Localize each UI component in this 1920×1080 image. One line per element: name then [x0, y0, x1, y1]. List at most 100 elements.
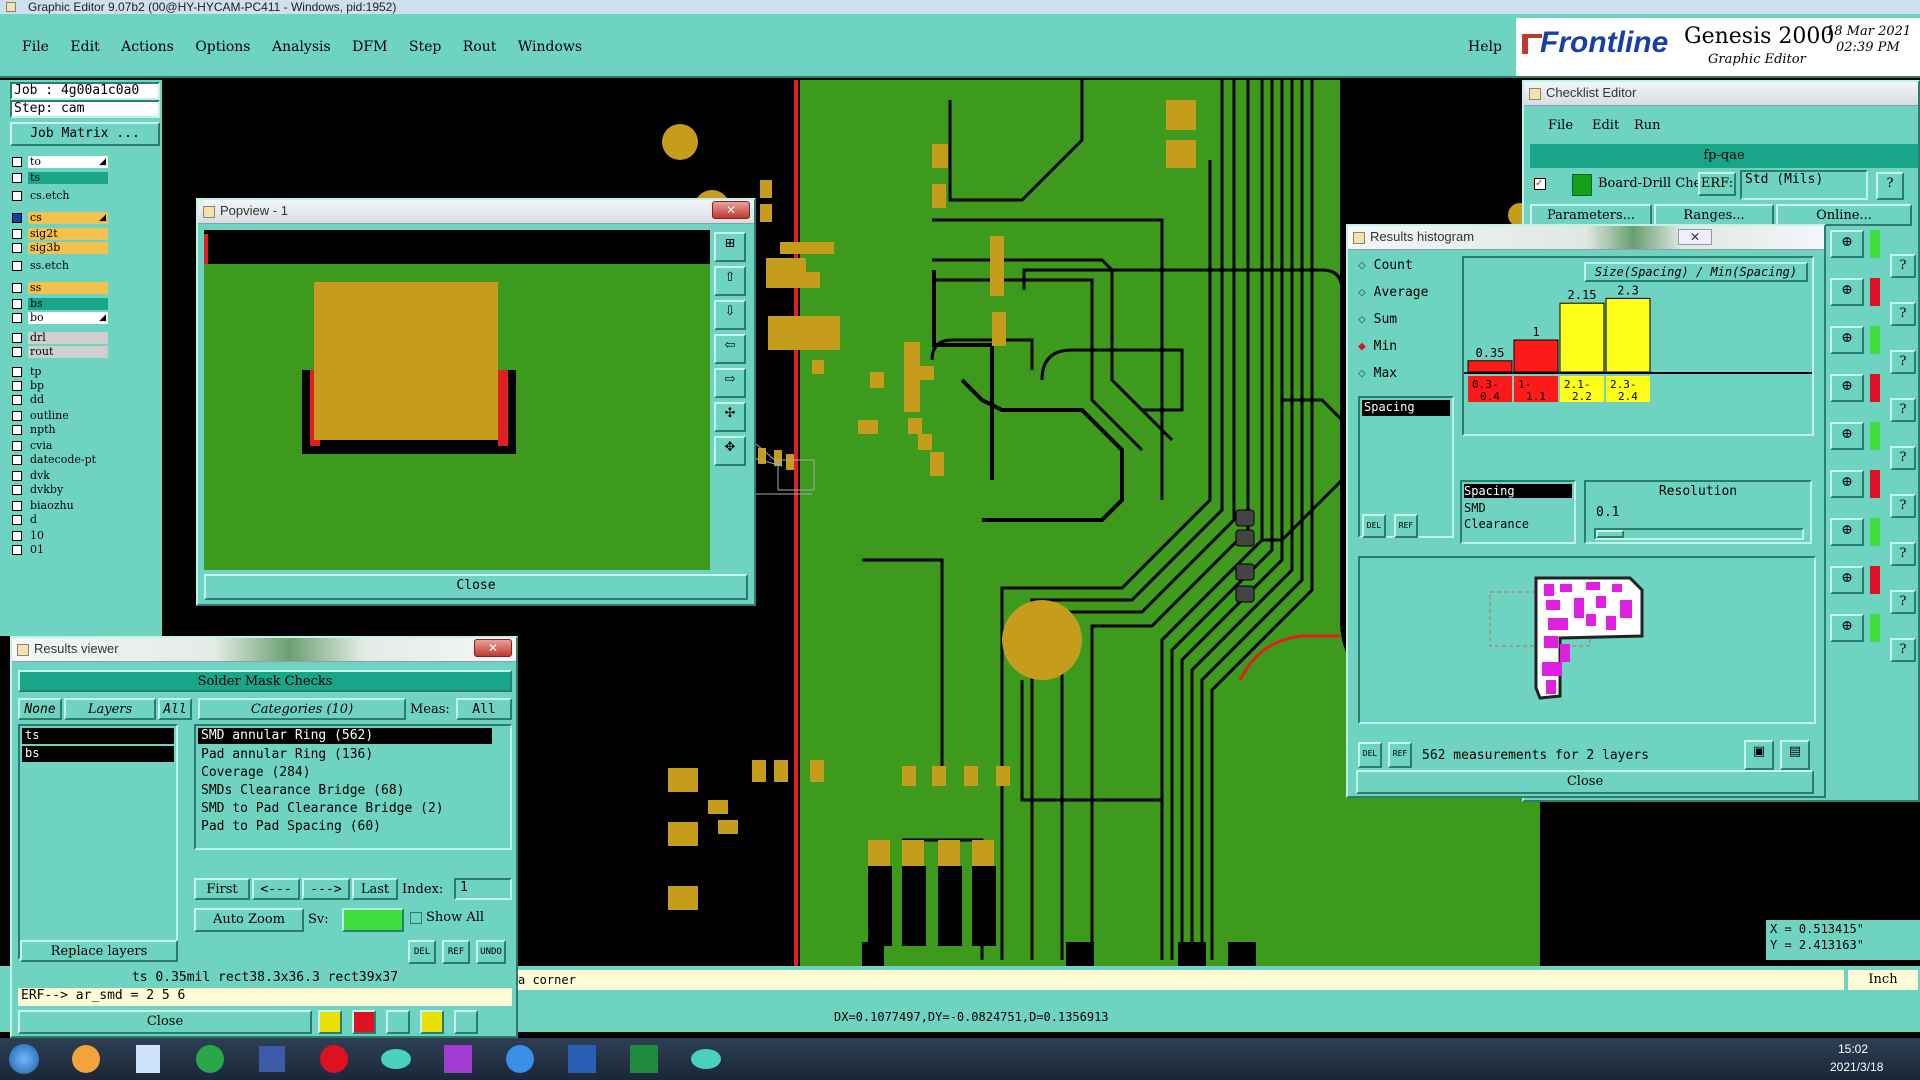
- layer-row[interactable]: to ◢: [12, 156, 108, 168]
- meas-select[interactable]: All: [456, 698, 512, 720]
- run-check-icon[interactable]: ⊕: [1830, 326, 1864, 354]
- layer-checkbox[interactable]: [12, 455, 22, 465]
- online-button[interactable]: Online...: [1776, 204, 1912, 226]
- histogram-bar[interactable]: [1605, 297, 1651, 373]
- layer-checkbox[interactable]: [12, 381, 22, 391]
- layer-name[interactable]: outline: [28, 410, 108, 422]
- popview-close-icon[interactable]: ✕: [712, 201, 750, 219]
- layer-row[interactable]: cs ◢: [12, 212, 108, 224]
- menu-analysis[interactable]: Analysis: [272, 39, 331, 55]
- erf-button[interactable]: ERF:: [1698, 172, 1736, 196]
- checklist-menu-edit[interactable]: Edit: [1592, 118, 1619, 133]
- taskbar-app-3[interactable]: [186, 1038, 234, 1080]
- taskbar-app-7[interactable]: [434, 1038, 482, 1080]
- category-item[interactable]: Pad annular Ring (136): [196, 746, 510, 764]
- layer-checkbox[interactable]: [12, 229, 22, 239]
- layer-checkbox[interactable]: [12, 367, 22, 377]
- undo-button[interactable]: UNDO: [476, 940, 506, 964]
- layer-row[interactable]: bo ◢: [12, 312, 108, 324]
- layer-name[interactable]: dvk: [28, 470, 108, 482]
- layer-checkbox[interactable]: [12, 243, 22, 253]
- layer-name[interactable]: drl: [28, 332, 108, 344]
- layer-checkbox[interactable]: [12, 299, 22, 309]
- layer-row[interactable]: cs.etch: [12, 190, 108, 202]
- taskbar-app-6[interactable]: [372, 1038, 420, 1080]
- taskbar-app-4[interactable]: [248, 1038, 296, 1080]
- help-icon[interactable]: ?: [1890, 494, 1916, 518]
- option-max[interactable]: ◇ Max: [1358, 366, 1458, 393]
- layer-name[interactable]: to: [28, 156, 108, 168]
- layer-name[interactable]: d: [28, 514, 108, 526]
- taskbar-app-5[interactable]: [310, 1038, 358, 1080]
- help-icon[interactable]: ?: [1876, 172, 1904, 200]
- layer-name[interactable]: sig2t: [28, 228, 108, 240]
- option-count[interactable]: ◇ Count: [1358, 258, 1458, 285]
- layer-checkbox[interactable]: [12, 191, 22, 201]
- preview-ref-button[interactable]: REF: [1388, 742, 1412, 768]
- pan-up-icon[interactable]: ⇧: [714, 266, 746, 296]
- layer-name[interactable]: bo: [28, 312, 108, 324]
- menu-help[interactable]: Help: [1468, 39, 1502, 55]
- zoom-in-icon[interactable]: ✣: [714, 402, 746, 432]
- auto-zoom-select[interactable]: Auto Zoom: [194, 908, 304, 932]
- results-close-button[interactable]: Close: [18, 1010, 312, 1034]
- layer-name[interactable]: tp: [28, 366, 108, 378]
- category-item[interactable]: Pad to Pad Spacing (60): [196, 818, 510, 836]
- prev-button[interactable]: <---: [252, 878, 300, 900]
- layers-button[interactable]: Layers: [64, 698, 156, 720]
- layer-name[interactable]: dd: [28, 394, 108, 406]
- res-smd[interactable]: SMD: [1462, 500, 1574, 516]
- layer-name[interactable]: 10: [28, 530, 108, 542]
- menu-rout[interactable]: Rout: [463, 39, 497, 55]
- histogram-ref-button[interactable]: REF: [1394, 514, 1418, 538]
- all-button[interactable]: All: [158, 698, 192, 720]
- layer-checkbox[interactable]: [12, 261, 22, 271]
- zoom-fit-icon[interactable]: ⊞: [714, 232, 746, 262]
- tool-icon-4[interactable]: [420, 1010, 444, 1034]
- layer-checkbox[interactable]: [12, 545, 22, 555]
- histogram-del-button[interactable]: DEL: [1362, 514, 1386, 538]
- sv-color-select[interactable]: [342, 908, 404, 932]
- run-check-icon[interactable]: ⊕: [1830, 230, 1864, 258]
- layer-name[interactable]: bs: [28, 298, 108, 310]
- layer-name[interactable]: cs: [28, 212, 108, 224]
- tool-icon-3[interactable]: [386, 1010, 410, 1034]
- layer-checkbox[interactable]: [12, 395, 22, 405]
- layer-checkbox[interactable]: [12, 471, 22, 481]
- layer-row[interactable]: cvia: [12, 440, 108, 452]
- menu-edit[interactable]: Edit: [70, 39, 99, 55]
- del-button[interactable]: DEL: [408, 940, 436, 964]
- layer-row[interactable]: ss: [12, 282, 108, 294]
- ref-button[interactable]: REF: [442, 940, 470, 964]
- checklist-menu-file[interactable]: File: [1548, 118, 1573, 133]
- help-icon[interactable]: ?: [1890, 590, 1916, 614]
- checklist-menu-run[interactable]: Run: [1634, 118, 1661, 133]
- help-icon[interactable]: ?: [1890, 446, 1916, 470]
- histogram-close-icon[interactable]: ✕: [1678, 229, 1712, 245]
- res-spacing[interactable]: Spacing: [1464, 484, 1572, 498]
- pan-down-icon[interactable]: ⇩: [714, 300, 746, 330]
- unit-toggle[interactable]: Inch: [1848, 970, 1918, 990]
- layer-checkbox[interactable]: [12, 157, 22, 167]
- category-item[interactable]: SMD annular Ring (562): [198, 728, 492, 744]
- layer-name[interactable]: dvkby: [28, 484, 108, 496]
- layer-name[interactable]: ts: [28, 172, 108, 184]
- histogram-close-button[interactable]: Close: [1356, 770, 1814, 794]
- res-clearance[interactable]: Clearance: [1462, 516, 1574, 532]
- taskbar-app-1[interactable]: [62, 1038, 110, 1080]
- preview-del-button[interactable]: DEL: [1358, 742, 1382, 768]
- layer-row[interactable]: outline: [12, 410, 108, 422]
- last-button[interactable]: Last: [352, 878, 398, 900]
- layer-row[interactable]: dvkby: [12, 484, 108, 496]
- menu-options[interactable]: Options: [195, 39, 250, 55]
- layer-name[interactable]: npth: [28, 424, 108, 436]
- layer-checkbox[interactable]: [12, 173, 22, 183]
- histogram-bar[interactable]: [1513, 339, 1559, 373]
- layer-row[interactable]: dd: [12, 394, 108, 406]
- layer-row[interactable]: datecode-pt: [12, 454, 108, 466]
- taskbar-app-2[interactable]: [124, 1038, 172, 1080]
- run-check-icon[interactable]: ⊕: [1830, 566, 1864, 594]
- layer-row[interactable]: drl: [12, 332, 108, 344]
- results-viewer-close-icon[interactable]: ✕: [474, 639, 512, 657]
- menu-step[interactable]: Step: [409, 39, 441, 55]
